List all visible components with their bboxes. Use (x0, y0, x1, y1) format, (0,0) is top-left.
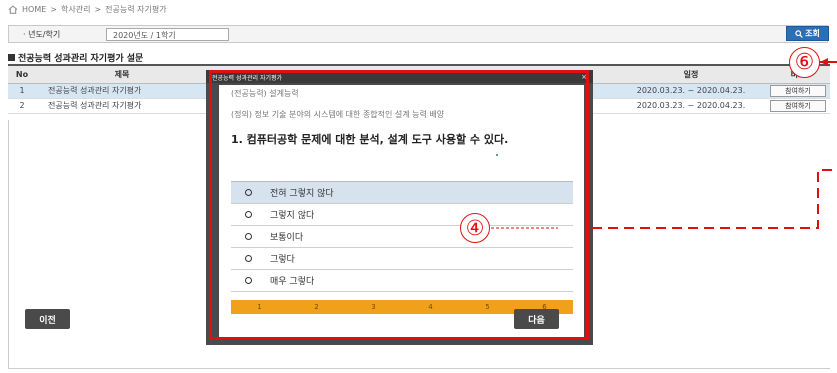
row-no: 2 (8, 98, 36, 114)
search-button-label: 조회 (805, 29, 820, 38)
row-date: 2020.03.23. ~ 2020.04.23. (616, 98, 766, 114)
breadcrumb-separator: > (94, 5, 102, 14)
previous-button[interactable]: 이전 (25, 309, 70, 329)
search-button[interactable]: 조회 (786, 26, 829, 41)
participate-button[interactable]: 참여하기 (770, 99, 826, 112)
row-action-cell: 참여하기 (766, 83, 830, 99)
header-no: No (8, 64, 36, 84)
page: { "breadcrumb": {"home": "HOME", "sep1":… (0, 0, 837, 373)
header-title: 제목 (36, 64, 196, 84)
magnifier-icon (795, 29, 803, 38)
home-icon[interactable] (8, 5, 18, 14)
annotation-marker-6: ⑥ (789, 47, 820, 78)
row-no: 1 (8, 83, 36, 99)
breadcrumb: HOME > 학사관리 > 전공능력 자기평가 (8, 4, 167, 15)
divider (8, 120, 9, 368)
square-bullet-icon (8, 54, 15, 61)
section-title: 전공능력 성과관리 자기평가 설문 (8, 51, 143, 64)
filter-bar: · 년도/학기 2020년도 / 1학기 (8, 25, 828, 43)
annotation-marker-4: ④ (460, 213, 490, 243)
annotation-highlight-box (209, 70, 589, 340)
breadcrumb-level1[interactable]: 학사관리 (61, 4, 90, 15)
year-semester-label: · 년도/학기 (23, 30, 61, 39)
breadcrumb-level2[interactable]: 전공능력 자기평가 (105, 4, 166, 15)
divider (8, 368, 830, 369)
section-title-text: 전공능력 성과관리 자기평가 설문 (18, 54, 144, 64)
breadcrumb-separator: > (50, 5, 57, 14)
row-date: 2020.03.23. ~ 2020.04.23. (616, 83, 766, 99)
header-date: 일정 (616, 64, 766, 84)
year-semester-field[interactable]: 2020년도 / 1학기 (106, 28, 229, 41)
row-title: 전공능력 성과관리 자기평가 (36, 83, 196, 99)
breadcrumb-home[interactable]: HOME (22, 5, 46, 14)
row-action-cell: 참여하기 (766, 98, 830, 114)
participate-button[interactable]: 참여하기 (770, 84, 826, 97)
row-title: 전공능력 성과관리 자기평가 (36, 98, 196, 114)
